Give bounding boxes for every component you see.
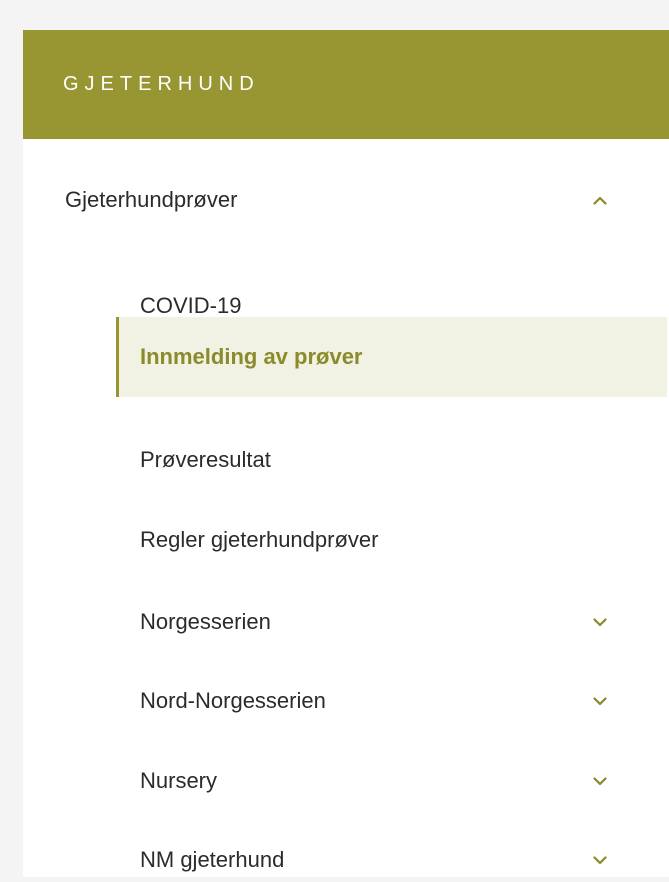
menu-item-nursery[interactable]: Nursery (23, 759, 669, 803)
menu-item-nord-norgesserien[interactable]: Nord-Norgesserien (23, 679, 669, 723)
sidebar-title: GJETERHUND (63, 73, 260, 95)
menu-item-gjeterhundprover[interactable]: Gjeterhundprøver (23, 178, 669, 222)
menu-item-label: Regler gjeterhundprøver (140, 527, 379, 552)
menu-item-label: Prøveresultat (140, 447, 271, 472)
menu-item-label: COVID-19 (140, 293, 242, 318)
chevron-down-icon[interactable] (588, 848, 612, 872)
sidebar-panel: GJETERHUND Gjeterhundprøver COVID-19 Inn… (23, 30, 669, 877)
menu-item-label: Nord-Norgesserien (140, 688, 326, 713)
chevron-down-icon[interactable] (588, 689, 612, 713)
menu-item-label: Gjeterhundprøver (65, 187, 238, 212)
menu-item-nm-gjeterhund[interactable]: NM gjeterhund (23, 838, 669, 882)
sidebar-header: GJETERHUND (23, 30, 669, 139)
menu-item-norgesserien[interactable]: Norgesserien (23, 600, 669, 644)
menu-item-label: Norgesserien (140, 609, 271, 634)
chevron-up-icon[interactable] (588, 188, 612, 212)
menu-item-label: Nursery (140, 768, 218, 793)
menu-item-regler-gjeterhundprover[interactable]: Regler gjeterhundprøver (23, 518, 669, 562)
chevron-down-icon[interactable] (588, 610, 612, 634)
menu-item-innmelding-av-prover[interactable]: Innmelding av prøver (116, 317, 667, 397)
menu-item-label: NM gjeterhund (140, 847, 285, 872)
menu-item-label: Innmelding av prøver (140, 344, 363, 369)
chevron-down-icon[interactable] (588, 769, 612, 793)
menu-item-proveresultat[interactable]: Prøveresultat (23, 438, 669, 482)
